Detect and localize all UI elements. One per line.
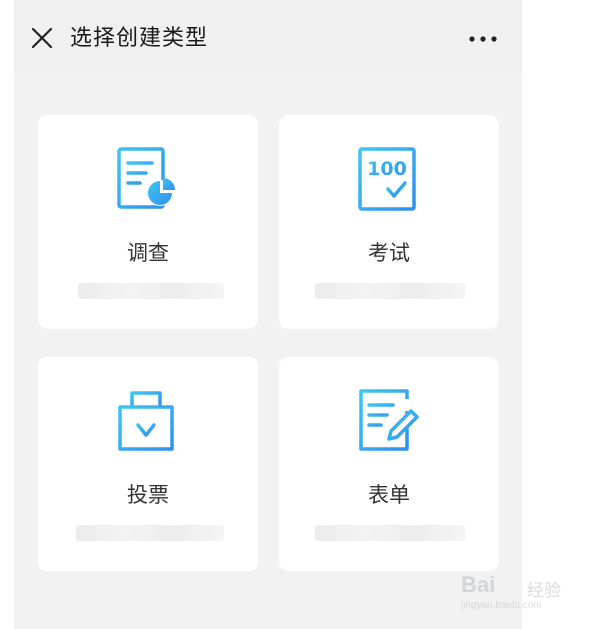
top-bar: 选择创建类型	[14, 0, 522, 76]
more-options-icon[interactable]	[466, 30, 500, 48]
vote-card[interactable]: 投票	[38, 357, 258, 571]
card-description-redacted	[78, 283, 224, 299]
phone-screen: 选择创建类型 调查 100 考试 投票 表单	[14, 0, 522, 629]
exam-card[interactable]: 100 考试	[279, 115, 499, 329]
page-title: 选择创建类型	[70, 26, 209, 51]
card-label: 调查	[127, 241, 169, 265]
baidu-watermark: Bai 经验 jingyan.baidu.com	[455, 562, 595, 622]
watermark-brand-cn: 经验	[527, 581, 561, 600]
card-label: 考试	[368, 241, 410, 265]
card-label: 表单	[368, 483, 410, 507]
watermark-brand: Bai	[461, 572, 496, 597]
close-icon[interactable]	[30, 26, 54, 50]
exam-icon: 100	[355, 145, 421, 215]
survey-icon	[114, 145, 180, 215]
watermark-url: jingyan.baidu.com	[461, 600, 542, 611]
card-description-redacted	[76, 525, 224, 541]
form-icon	[355, 387, 421, 457]
card-description-redacted	[315, 283, 465, 299]
card-label: 投票	[127, 483, 169, 507]
form-card[interactable]: 表单	[279, 357, 499, 571]
vote-icon	[114, 387, 180, 457]
survey-card[interactable]: 调查	[38, 115, 258, 329]
card-description-redacted	[315, 525, 465, 541]
exam-score-text: 100	[367, 158, 407, 180]
